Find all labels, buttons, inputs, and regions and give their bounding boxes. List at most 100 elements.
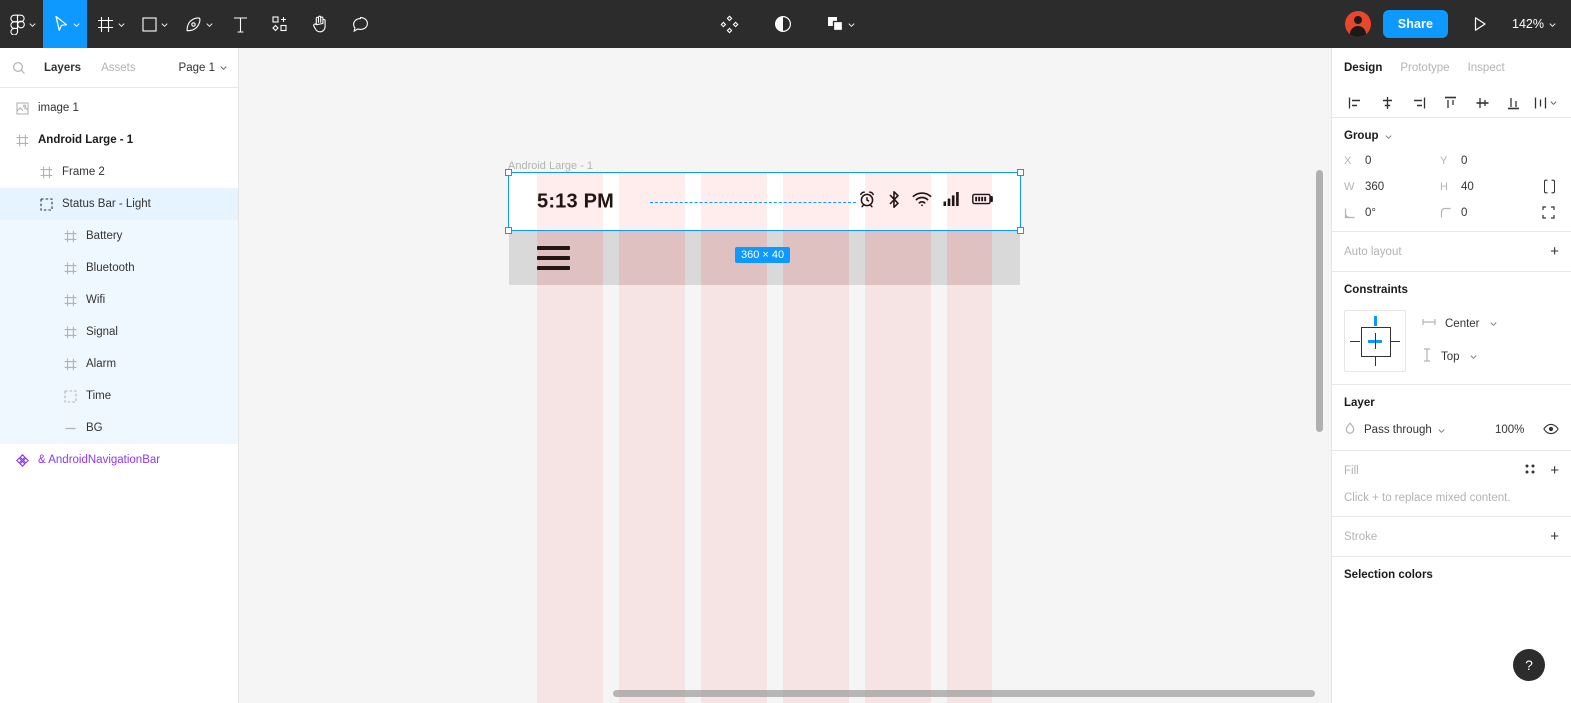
vertical-constraint-dropdown[interactable]: Top (1422, 348, 1498, 365)
eye-icon[interactable] (1543, 423, 1559, 438)
frame-name-label[interactable]: Android Large - 1 (508, 160, 593, 172)
corner-radius-field[interactable]: 0 (1440, 207, 1536, 219)
add-auto-layout-icon[interactable]: + (1550, 244, 1559, 259)
add-stroke-icon[interactable]: + (1550, 529, 1559, 544)
square-icon (142, 16, 157, 32)
properties-section: Group X 0 Y 0 W 360 H 40 0° 0 (1332, 118, 1571, 232)
frame-icon (62, 260, 78, 276)
resources-tool-button[interactable] (260, 0, 300, 48)
cursor-icon (53, 15, 69, 33)
half-circle-icon (774, 15, 792, 33)
chevron-down-icon (161, 22, 168, 27)
avatar[interactable] (1344, 11, 1371, 37)
link-proportions-icon[interactable] (1536, 179, 1559, 194)
chevron-down-icon (1438, 428, 1445, 433)
add-fill-icon[interactable]: + (1550, 463, 1559, 478)
chevron-down-icon (1489, 322, 1497, 327)
components-icon (271, 15, 289, 33)
layer-row[interactable]: & AndroidNavigationBar (0, 444, 238, 476)
tab-inspect[interactable]: Inspect (1468, 62, 1505, 74)
constraints-widget[interactable] (1344, 310, 1406, 372)
hamburger-menu-icon[interactable] (537, 245, 570, 270)
frame-icon (97, 16, 114, 33)
right-panel: Design Prototype Inspect Group X 0 Y 0 W… (1331, 48, 1571, 703)
independent-corners-icon[interactable] (1536, 206, 1559, 219)
stroke-label: Stroke (1344, 530, 1378, 543)
layer-row[interactable]: Status Bar - Light (0, 188, 238, 220)
y-field[interactable]: Y 0 (1440, 155, 1536, 167)
text-tool-button[interactable] (220, 0, 260, 48)
page-selector[interactable]: Page 1 (179, 62, 228, 74)
layer-row[interactable]: Battery (0, 220, 238, 252)
layer-row[interactable]: Alarm (0, 348, 238, 380)
pen-tool-button[interactable] (175, 0, 220, 48)
comment-tool-button[interactable] (340, 0, 380, 48)
stroke-section: Stroke + (1332, 517, 1571, 557)
tab-layers[interactable]: Layers (34, 62, 91, 74)
layer-row[interactable]: Android Large - 1 (0, 124, 238, 156)
group-icon (38, 196, 54, 212)
page-label: Page 1 (178, 61, 215, 74)
tab-assets[interactable]: Assets (91, 62, 146, 74)
figma-menu-button[interactable] (0, 0, 43, 48)
hand-tool-button[interactable] (300, 0, 340, 48)
shape-tool-button[interactable] (132, 0, 175, 48)
height-field[interactable]: H 40 (1440, 181, 1536, 193)
align-right-icon[interactable] (1403, 90, 1435, 116)
chevron-down-icon (220, 66, 227, 71)
blend-mode-dropdown[interactable]: Pass through (1364, 424, 1495, 436)
canvas-vertical-scrollbar[interactable] (1316, 170, 1323, 432)
align-horizontal-center-icon[interactable] (1372, 90, 1404, 116)
constraint-vertical-center (1374, 333, 1376, 349)
present-button[interactable] (1460, 0, 1500, 48)
tab-design[interactable]: Design (1344, 62, 1382, 74)
search-icon[interactable] (12, 61, 34, 75)
distribute-icon[interactable] (1529, 90, 1563, 116)
layer-row[interactable]: Bluetooth (0, 252, 238, 284)
layer-name: Battery (86, 230, 123, 242)
rotation-field[interactable]: 0° (1344, 207, 1440, 219)
frame-tool-button[interactable] (87, 0, 132, 48)
styles-icon[interactable] (1524, 463, 1536, 478)
align-bottom-icon[interactable] (1498, 90, 1530, 116)
mask-button[interactable] (763, 0, 803, 48)
layer-row[interactable]: BG (0, 412, 238, 444)
frame-icon (62, 292, 78, 308)
width-field[interactable]: W 360 (1344, 181, 1440, 193)
layer-row[interactable]: image 1 (0, 92, 238, 124)
components-center-button[interactable] (709, 0, 749, 48)
opacity-value[interactable]: 100% (1495, 424, 1543, 436)
group-icon (62, 388, 78, 404)
boolean-button[interactable] (817, 0, 862, 48)
canvas-horizontal-scrollbar[interactable] (613, 690, 1315, 697)
chevron-down-icon (1550, 101, 1557, 106)
layer-row[interactable]: Signal (0, 316, 238, 348)
fill-empty-text: Click + to replace mixed content. (1344, 492, 1511, 504)
share-button[interactable]: Share (1382, 10, 1449, 38)
grid-column (947, 230, 992, 285)
frame-icon (62, 356, 78, 372)
layer-row[interactable]: Time (0, 380, 238, 412)
status-bar-light[interactable]: 5:13 PM (509, 173, 1020, 230)
zoom-level-button[interactable]: 142% (1512, 17, 1559, 31)
alarm-icon (858, 190, 876, 213)
layer-row[interactable]: Wifi (0, 284, 238, 316)
horizontal-constraint-dropdown[interactable]: Center (1422, 317, 1498, 330)
x-field[interactable]: X 0 (1344, 155, 1440, 167)
bluetooth-icon (887, 190, 901, 214)
horizontal-constraint-icon (1422, 317, 1436, 330)
align-left-icon[interactable] (1340, 90, 1372, 116)
align-top-icon[interactable] (1435, 90, 1467, 116)
h-value: 40 (1461, 180, 1474, 193)
canvas[interactable]: Android Large - 1 5:13 PM 360 × 40 (239, 48, 1331, 703)
chevron-down-icon (73, 22, 80, 27)
corner-radius-value: 0 (1461, 206, 1468, 219)
selection-type-row[interactable]: Group (1344, 130, 1559, 142)
constraint-top-active (1373, 316, 1377, 326)
tab-prototype[interactable]: Prototype (1400, 62, 1449, 74)
line-icon (62, 420, 78, 436)
align-vertical-center-icon[interactable] (1466, 90, 1498, 116)
layer-row[interactable]: Frame 2 (0, 156, 238, 188)
help-button[interactable]: ? (1513, 649, 1545, 681)
move-tool-button[interactable] (43, 0, 87, 48)
